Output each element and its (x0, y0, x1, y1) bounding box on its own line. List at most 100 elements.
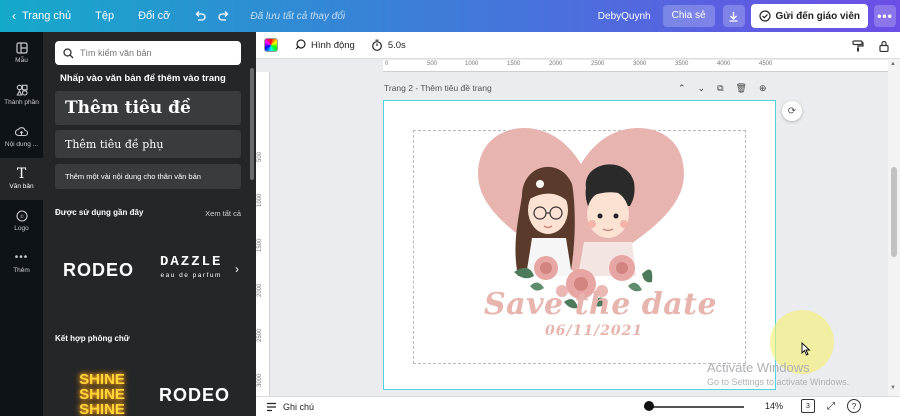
event-date[interactable]: 06/11/2021 (545, 323, 643, 339)
notes-button[interactable]: Ghi chú (266, 402, 314, 412)
ruler-tick: 3000 (633, 61, 647, 67)
page-title[interactable]: Trang 2 - Thêm tiêu đề trang (384, 83, 492, 93)
bottom-bar: Ghi chú 14% 3 ⤢ ? (256, 396, 900, 416)
rail-item-uploads[interactable]: Nội dung ... (0, 116, 43, 158)
ruler-tick: 3500 (675, 61, 689, 67)
undo-button[interactable] (182, 0, 218, 32)
font-card-rodeo-combo[interactable]: RODEO (159, 385, 230, 406)
zoom-slider-track[interactable] (644, 406, 744, 408)
page-count-button[interactable]: 3 (801, 399, 815, 413)
font-card-sub: eau de parfum (160, 272, 222, 279)
add-heading-button[interactable]: Thêm tiêu đề (55, 91, 241, 125)
paint-roller-icon[interactable] (852, 39, 864, 52)
send-to-teacher-button[interactable]: Gửi đến giáo viên (750, 4, 868, 28)
fullscreen-icon[interactable]: ⤢ (827, 401, 835, 412)
watermark-line1: Activate Windows (707, 360, 810, 375)
home-label: Trang chủ (22, 10, 72, 22)
rail-item-more[interactable]: ••• Thêm (0, 242, 43, 284)
file-menu[interactable]: Tệp (83, 0, 126, 32)
font-card-rodeo[interactable]: RODEO (63, 260, 134, 281)
undo-icon (195, 11, 206, 21)
panel-scrollbar[interactable] (250, 68, 254, 180)
font-card-dazzle[interactable]: DAZZLE eau de parfum (160, 254, 222, 279)
canvas-scrollbar[interactable]: ▲ ▼ (888, 59, 900, 396)
refresh-icon[interactable]: ⟳ (782, 101, 802, 121)
ruler-tick: 3000 (257, 373, 263, 387)
redo-button[interactable] (218, 0, 242, 32)
rail-label: Thêm (13, 267, 30, 274)
resize-menu[interactable]: Đổi cỡ (126, 0, 182, 32)
top-bar-left: ‹ Trang chủ Tệp Đổi cỡ Đã lưu tất cả tha… (0, 0, 345, 32)
side-rail: Mẫu Thành phần Nội dung ... T Văn bản © … (0, 32, 43, 416)
ruler-tick: 0 (385, 61, 389, 67)
see-all-link[interactable]: Xem tất cả (205, 209, 241, 218)
zoom-level[interactable]: 14% (765, 401, 783, 411)
design-page[interactable]: Save the date 06/11/2021 (383, 100, 776, 390)
add-body-text-button[interactable]: Thêm một vài nội dung cho thân văn bản (55, 164, 241, 189)
duration-label: 5.0s (387, 39, 406, 51)
bottom-right-controls: 3 ⤢ ? (801, 399, 861, 413)
user-name[interactable]: DebyQuynh (598, 11, 651, 22)
duplicate-page-icon[interactable]: ⧉ (717, 83, 723, 94)
rail-item-templates[interactable]: Mẫu (0, 32, 43, 74)
rail-item-text[interactable]: T Văn bản (0, 158, 43, 200)
svg-text:©: © (19, 213, 24, 220)
editor-toolbar: Hình động 5.0s (256, 32, 900, 59)
chevron-down-icon[interactable]: ⌄ (698, 83, 706, 94)
home-link[interactable]: ‹ Trang chủ (0, 0, 83, 32)
help-icon[interactable]: ? (847, 399, 861, 413)
carousel-next-icon[interactable]: › (235, 262, 239, 276)
search-icon (63, 47, 74, 58)
scrollbar-thumb[interactable] (891, 167, 897, 257)
animate-icon (295, 39, 306, 50)
text-panel: Nhấp vào văn bản để thêm vào trang Thêm … (43, 32, 256, 416)
share-button[interactable]: Chia sẻ (662, 5, 715, 27)
watermark-line2: Go to Settings to activate Windows. (707, 377, 850, 387)
mouse-cursor-icon (801, 342, 811, 356)
rail-item-elements[interactable]: Thành phần (0, 74, 43, 116)
zoom-slider-knob[interactable] (644, 401, 654, 411)
lock-icon[interactable] (878, 40, 890, 52)
rail-item-logo[interactable]: © Logo (0, 200, 43, 242)
notes-icon (267, 402, 276, 411)
duration-button[interactable]: 5.0s (371, 39, 406, 51)
ruler-tick: 2000 (257, 283, 263, 297)
ruler-horizontal: 0 500 1000 1500 2000 2500 3000 3500 4000… (383, 60, 888, 72)
more-options-button[interactable]: ••• (874, 5, 896, 27)
saved-status: Đã lưu tất cả thay đổi (250, 10, 346, 22)
chevron-up-icon[interactable]: ⌃ (678, 83, 686, 94)
download-button[interactable] (722, 5, 745, 27)
scroll-down-icon[interactable]: ▼ (890, 385, 896, 391)
delete-page-icon[interactable]: 🗑 (736, 83, 747, 94)
combo-section-title: Kết hợp phông chữ (55, 334, 130, 343)
logo-icon: © (15, 210, 28, 222)
ruler-tick: 2000 (549, 61, 563, 67)
notes-label: Ghi chú (283, 401, 315, 412)
couple-illustration[interactable] (474, 126, 689, 311)
ruler-tick: 500 (257, 151, 263, 162)
font-card-shine[interactable]: SHINE SHINE SHINE (75, 372, 129, 416)
top-bar: ‹ Trang chủ Tệp Đổi cỡ Đã lưu tất cả tha… (0, 0, 900, 32)
add-page-icon[interactable]: ⊕ (759, 83, 767, 94)
timer-icon (371, 39, 382, 51)
windows-activation-watermark: Activate Windows Go to Settings to activ… (707, 360, 849, 387)
panel-hint: Nhấp vào văn bản để thêm vào trang (60, 73, 226, 84)
search-box[interactable] (55, 41, 241, 65)
upload-icon (15, 127, 28, 137)
save-the-date-title[interactable]: Save the date (484, 287, 717, 322)
ruler-tick: 2500 (591, 61, 605, 67)
ruler-tick: 1000 (465, 61, 479, 67)
font-card-main: SHINE SHINE SHINE (79, 371, 125, 416)
download-icon (729, 11, 738, 22)
add-subheading-button[interactable]: Thêm tiêu đề phụ (55, 130, 241, 158)
ruler-vertical: 500 1000 1500 2000 2500 3000 (256, 72, 270, 396)
ruler-tick: 2500 (257, 328, 263, 342)
animate-button[interactable]: Hình động (294, 39, 355, 51)
search-input[interactable] (80, 48, 230, 58)
color-picker-icon[interactable] (264, 38, 278, 52)
elements-icon (15, 84, 28, 96)
rail-label: Thành phần (4, 99, 39, 106)
page-controls: ⌃ ⌄ ⧉ 🗑 ⊕ (678, 83, 767, 94)
scroll-up-icon[interactable]: ▲ (890, 61, 896, 67)
ruler-tick: 4500 (759, 61, 773, 67)
